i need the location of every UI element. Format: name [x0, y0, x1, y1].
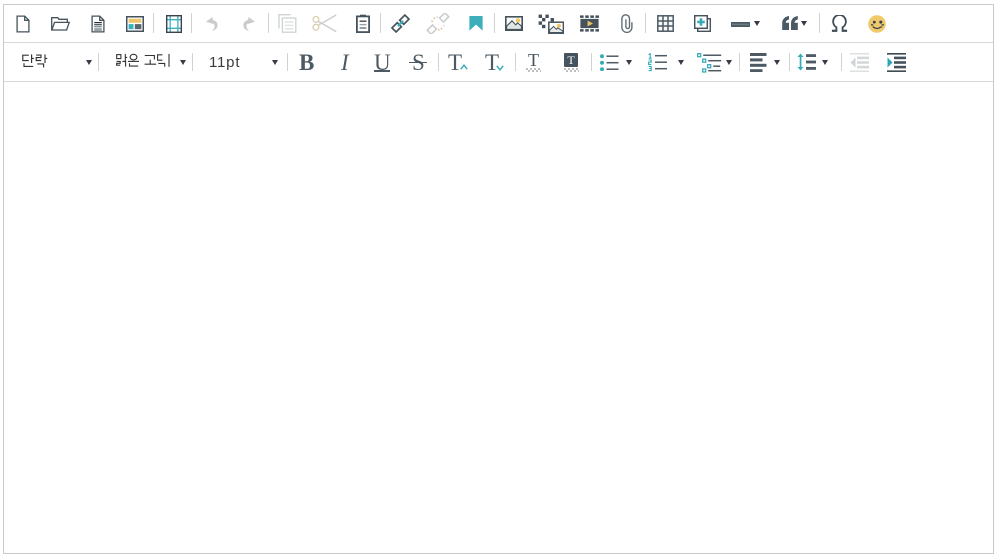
svg-text:T: T — [567, 53, 575, 67]
